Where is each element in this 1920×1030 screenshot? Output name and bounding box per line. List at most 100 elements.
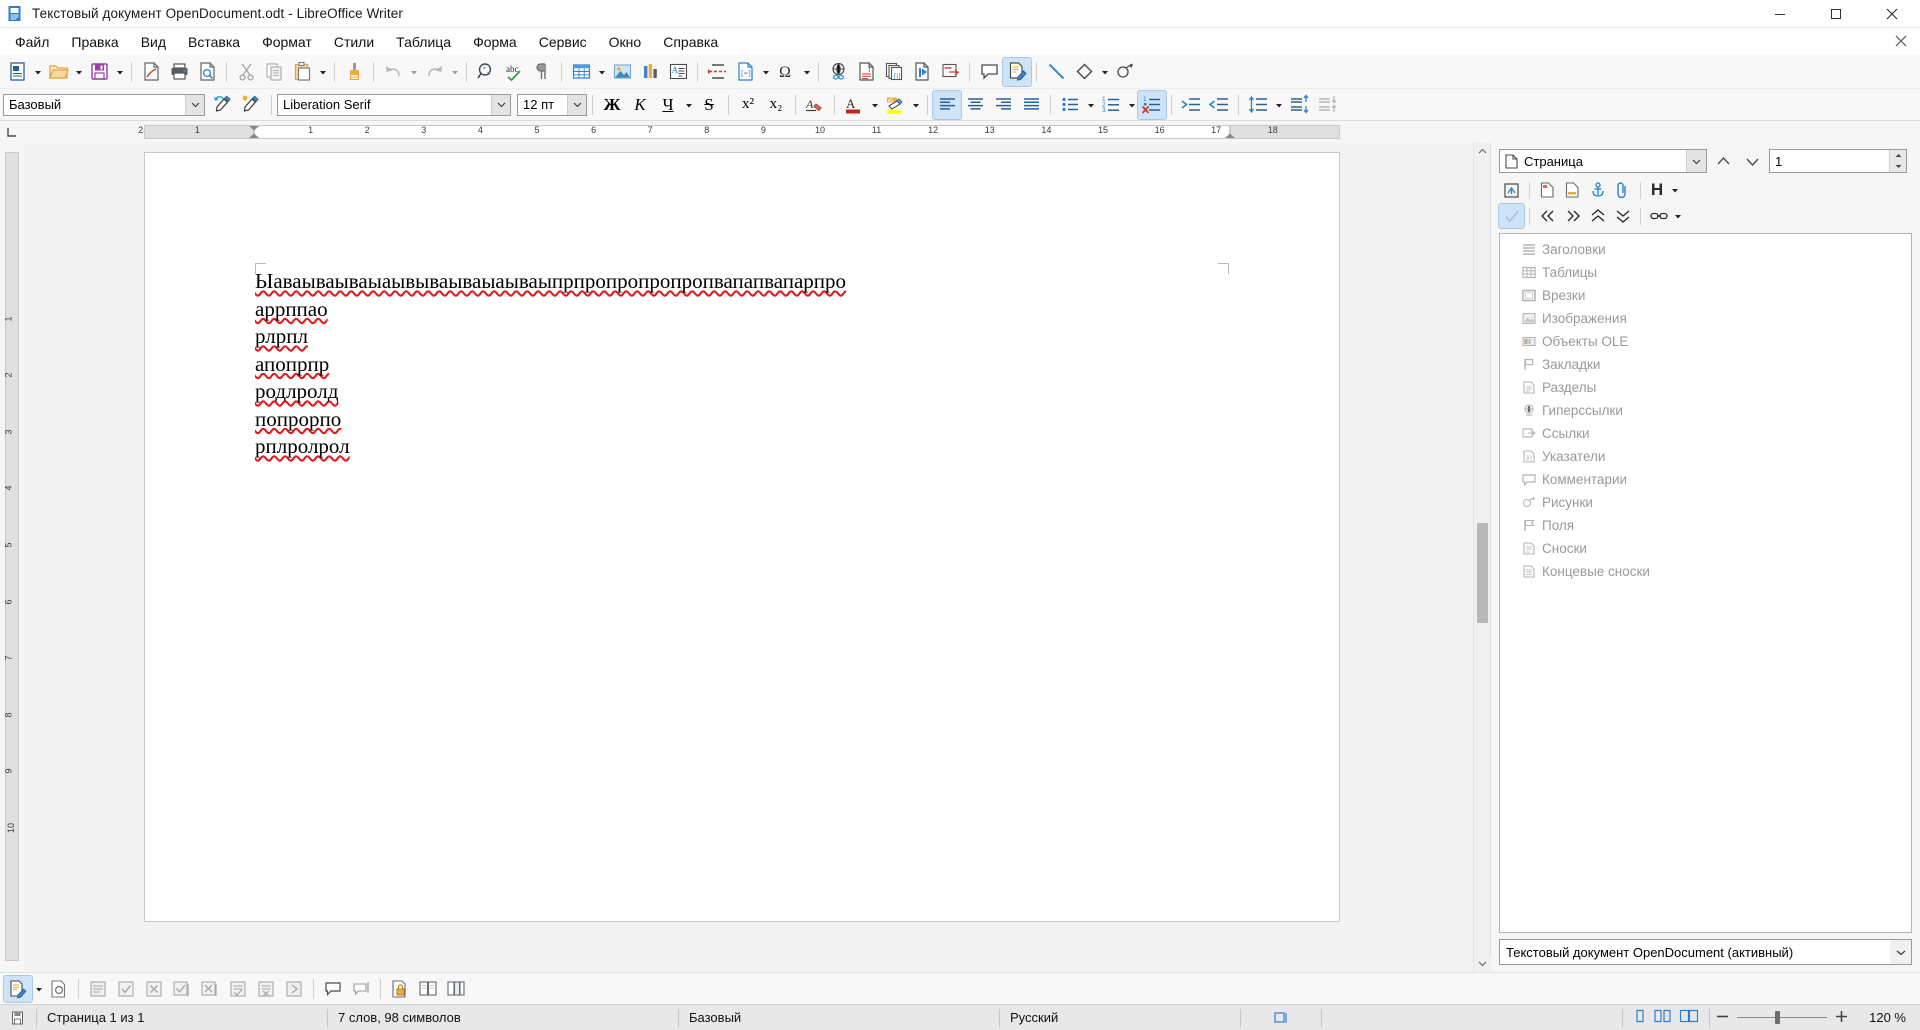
accept-change-icon[interactable] (112, 976, 140, 1002)
zoom-out-icon[interactable] (1716, 1010, 1729, 1026)
vertical-ruler[interactable]: 1 2 3 4 5 6 7 8 9 10 (0, 143, 24, 972)
new-document-icon[interactable] (3, 58, 31, 86)
menu-form[interactable]: Форма (462, 30, 528, 54)
zoom-level[interactable]: 120 % (1854, 1005, 1920, 1030)
menu-file[interactable]: Файл (4, 30, 60, 54)
reject-change-icon[interactable] (140, 976, 168, 1002)
minimize-button[interactable] (1752, 0, 1808, 28)
list-item[interactable]: Объекты OLE (1500, 330, 1911, 353)
save-dropdown[interactable] (113, 58, 126, 86)
insert-line-icon[interactable] (1042, 58, 1070, 86)
insert-textbox-icon[interactable]: A (664, 58, 692, 86)
undo-dropdown[interactable] (407, 58, 420, 86)
show-draw-functions-icon[interactable] (1111, 58, 1139, 86)
reject-all-icon[interactable] (196, 976, 224, 1002)
ruler-text-area[interactable] (254, 125, 1230, 139)
paragraph-style-combo[interactable]: Базовый (3, 93, 205, 116)
strikethrough-button[interactable]: S (695, 91, 723, 119)
redo-icon[interactable] (420, 58, 448, 86)
page-number-spinner[interactable]: 1 (1769, 149, 1907, 173)
basic-shapes-icon[interactable] (1070, 58, 1098, 86)
list-item[interactable]: Указатели (1500, 445, 1911, 468)
drag-mode-icon[interactable] (1610, 178, 1635, 202)
menu-window[interactable]: Окно (598, 30, 653, 54)
special-character-icon[interactable]: Ω (772, 58, 800, 86)
content-navigation-view-icon[interactable] (1498, 203, 1525, 229)
menu-format[interactable]: Формат (251, 30, 323, 54)
line-spacing-dropdown[interactable] (1272, 91, 1285, 119)
font-color-dropdown[interactable] (868, 91, 881, 119)
maximize-button[interactable] (1808, 0, 1864, 28)
new-style-from-selection-icon[interactable] (238, 91, 266, 119)
scrollbar-thumb[interactable] (1477, 523, 1488, 623)
clear-formatting-button[interactable]: A (801, 91, 829, 119)
demote-level-icon[interactable] (1610, 204, 1635, 228)
export-pdf-icon[interactable] (137, 58, 165, 86)
insert-chart-icon[interactable] (636, 58, 664, 86)
chevron-down-icon[interactable] (1890, 940, 1911, 964)
formatting-marks-icon[interactable] (528, 58, 556, 86)
navigate-by-combo[interactable]: Страница (1499, 149, 1707, 173)
active-document-combo[interactable]: Текстовый документ OpenDocument (активны… (1499, 939, 1912, 965)
chevron-down-icon[interactable] (567, 94, 586, 115)
list-item[interactable]: Изображения (1500, 307, 1911, 330)
copy-icon[interactable] (260, 58, 288, 86)
merge-document-icon[interactable] (442, 976, 470, 1002)
ordered-list-dropdown[interactable] (1125, 91, 1138, 119)
promote-level-icon[interactable] (1585, 204, 1610, 228)
navigate-by-page-icon[interactable] (1535, 178, 1560, 202)
print-icon[interactable] (165, 58, 193, 86)
scroll-down-button[interactable] (1474, 955, 1491, 972)
align-center-button[interactable] (961, 91, 989, 119)
insert-image-icon[interactable] (608, 58, 636, 86)
insert-comment-icon[interactable] (975, 58, 1003, 86)
insert-table-icon[interactable] (567, 58, 595, 86)
insert-field-dropdown[interactable] (759, 58, 772, 86)
accept-track-change-icon[interactable] (224, 976, 252, 1002)
spinner-up-icon[interactable] (1890, 150, 1906, 161)
italic-button[interactable]: К (626, 91, 654, 119)
underline-button[interactable]: Ч (654, 91, 682, 119)
list-item[interactable]: Концевые сноски (1500, 560, 1911, 583)
menu-table[interactable]: Таблица (385, 30, 462, 54)
special-character-dropdown[interactable] (800, 58, 813, 86)
page-info[interactable]: Страница 1 из 1 (37, 1005, 327, 1030)
update-selected-style-icon[interactable] (210, 91, 238, 119)
list-item[interactable]: Закладки (1500, 353, 1911, 376)
page-break-icon[interactable] (703, 58, 731, 86)
highlight-color-button[interactable]: ab (881, 91, 909, 119)
menu-styles[interactable]: Стили (323, 30, 385, 54)
list-item[interactable]: Гиперссылки (1500, 399, 1911, 422)
anchor-icon[interactable] (1585, 178, 1610, 202)
next-change-icon[interactable] (280, 976, 308, 1002)
list-item[interactable]: Рисунки (1500, 491, 1911, 514)
basic-shapes-dropdown[interactable] (1098, 58, 1111, 86)
align-left-button[interactable] (932, 89, 962, 120)
list-item[interactable]: Сноски (1500, 537, 1911, 560)
page-style[interactable]: Базовый (679, 1005, 999, 1030)
menu-view[interactable]: Вид (130, 30, 177, 54)
track-changes-icon[interactable] (1002, 56, 1032, 87)
zoom-track[interactable] (1737, 1011, 1827, 1024)
undo-icon[interactable] (379, 58, 407, 86)
chapter-link-dropdown[interactable] (1671, 204, 1685, 228)
save-icon[interactable] (85, 58, 113, 86)
align-justified-button[interactable] (1017, 91, 1045, 119)
spinner-down-icon[interactable] (1890, 161, 1906, 172)
set-reminder-icon[interactable] (1560, 178, 1585, 202)
list-item[interactable]: Поля (1500, 514, 1911, 537)
bold-button[interactable]: Ж (598, 91, 626, 119)
cut-icon[interactable] (232, 58, 260, 86)
list-item[interactable]: Ссылки (1500, 422, 1911, 445)
zoom-knob[interactable] (1775, 1011, 1780, 1024)
underline-dropdown[interactable] (682, 91, 695, 119)
font-color-button[interactable]: A (840, 91, 868, 119)
open-dropdown[interactable] (72, 58, 85, 86)
insert-bookmark-icon[interactable] (908, 58, 936, 86)
insert-hyperlink-icon[interactable] (824, 58, 852, 86)
list-item[interactable]: Врезки (1500, 284, 1911, 307)
paste-icon[interactable] (288, 58, 316, 86)
unordered-list-dropdown[interactable] (1084, 91, 1097, 119)
selection-mode-icon[interactable] (1241, 1005, 1321, 1030)
navigator-content-list[interactable]: Заголовки Таблицы Врезки Изображения Объ… (1499, 233, 1912, 933)
